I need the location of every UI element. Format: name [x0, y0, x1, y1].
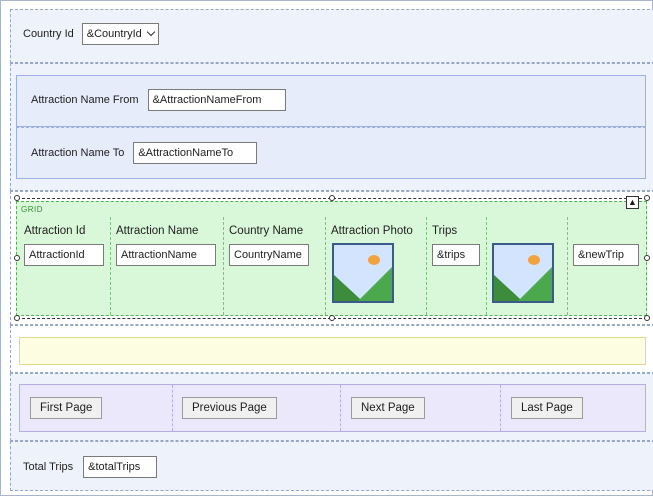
country-row: Country Id &CountryId [23, 23, 159, 45]
column-header: Attraction Name [116, 225, 199, 237]
paging-cell-next: Next Page [341, 385, 501, 431]
total-trips-label: Total Trips [23, 461, 74, 473]
totals-row: Total Trips &totalTrips [23, 456, 158, 478]
country-id-label: Country Id [23, 28, 74, 40]
trips-cell[interactable]: &trips [432, 244, 480, 266]
resize-handle[interactable] [14, 255, 20, 261]
resize-handle[interactable] [329, 315, 335, 321]
select-parent-icon[interactable]: ▲ [626, 196, 639, 209]
paging-bar: First Page Previous Page Next Page Last … [19, 384, 646, 432]
resize-handle[interactable] [644, 315, 650, 321]
attraction-name-to-field[interactable]: &AttractionNameTo [133, 142, 258, 164]
next-page-button[interactable]: Next Page [351, 397, 425, 419]
column-header: Country Name [229, 225, 304, 237]
attraction-to-row: Attraction Name To &AttractionNameTo [31, 142, 258, 164]
resize-handle[interactable] [14, 315, 20, 321]
chevron-down-icon [146, 27, 156, 37]
attraction-name-from-label: Attraction Name From [31, 94, 139, 106]
resize-handle[interactable] [14, 195, 20, 201]
new-trip-cell[interactable]: &newTrip [573, 244, 639, 266]
image-placeholder-icon[interactable] [492, 243, 554, 303]
attraction-name-from-field[interactable]: &AttractionNameFrom [147, 89, 286, 111]
grid-column-attraction-photo[interactable]: Attraction Photo [326, 217, 427, 315]
attraction-name-to-label: Attraction Name To [31, 147, 125, 159]
form-canvas: Country Id &CountryId Attraction Name Fr… [0, 0, 653, 496]
country-name-cell[interactable]: CountryName [229, 244, 309, 266]
last-page-button[interactable]: Last Page [511, 397, 583, 419]
country-id-combo-value: &CountryId [86, 28, 142, 40]
attraction-name-cell[interactable]: AttractionName [116, 244, 216, 266]
grid-column-trips[interactable]: Trips &trips [427, 217, 487, 315]
resize-handle[interactable] [329, 195, 335, 201]
resize-handle[interactable] [644, 255, 650, 261]
grid-column-attraction-name[interactable]: Attraction Name AttractionName [111, 217, 224, 315]
country-id-combo[interactable]: &CountryId [81, 23, 159, 45]
attraction-from-row: Attraction Name From &AttractionNameFrom [31, 89, 286, 111]
paging-cell-last: Last Page [501, 385, 645, 431]
paging-cell-first: First Page [20, 385, 173, 431]
grid-title: GRID [21, 205, 43, 214]
paging-cell-previous: Previous Page [173, 385, 341, 431]
attraction-id-cell[interactable]: AttractionId [24, 244, 104, 266]
resize-handle[interactable] [644, 195, 650, 201]
column-header: Attraction Photo [331, 225, 413, 237]
attractions-grid[interactable]: GRID Attraction Id AttractionId Attracti… [16, 201, 647, 316]
column-header: Trips [432, 225, 458, 237]
grid-column-attraction-id[interactable]: Attraction Id AttractionId [19, 217, 111, 315]
previous-page-button[interactable]: Previous Page [182, 397, 277, 419]
column-header: Attraction Id [24, 225, 86, 237]
grid-column-new-trip[interactable]: &newTrip [568, 217, 646, 315]
first-page-button[interactable]: First Page [30, 397, 103, 419]
grid-column-image[interactable] [487, 217, 568, 315]
image-placeholder-icon[interactable] [332, 243, 394, 303]
total-trips-field[interactable]: &totalTrips [83, 456, 158, 478]
grid-column-country-name[interactable]: Country Name CountryName [224, 217, 326, 315]
error-viewer [19, 337, 646, 365]
